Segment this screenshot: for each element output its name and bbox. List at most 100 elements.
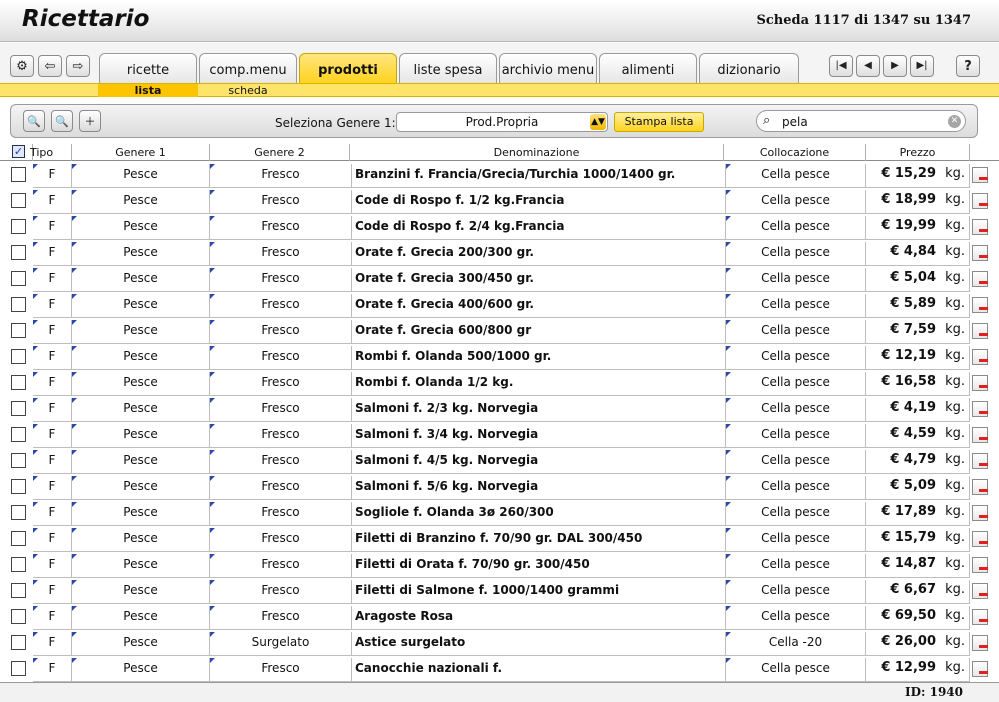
table-row[interactable]: F Pesce Fresco Orate f. Grecia 400/600 gr. C… xyxy=(0,294,999,320)
cell-genere-1[interactable]: Pesce xyxy=(72,190,210,214)
table-row[interactable]: F Pesce Fresco Canocchie nazionali f. Cella … xyxy=(0,658,999,684)
cell-genere-2[interactable]: Fresco xyxy=(210,554,352,578)
document-icon[interactable] xyxy=(972,453,988,469)
cell-genere-2[interactable]: Fresco xyxy=(210,398,352,422)
cell-denominazione[interactable]: Branzini f. Francia/Grecia/Turchia 1000/… xyxy=(352,164,726,188)
cell-tipo[interactable]: F xyxy=(33,554,72,578)
cell-denominazione[interactable]: Salmoni f. 2/3 kg. Norvegia xyxy=(352,398,726,422)
subtab-lista[interactable]: lista xyxy=(98,84,198,97)
cell-prezzo[interactable]: € 5,09 kg. xyxy=(866,476,970,500)
cell-collocazione[interactable]: Cella pesce xyxy=(726,658,866,682)
cell-denominazione[interactable]: Canocchie nazionali f. xyxy=(352,658,726,682)
cell-prezzo[interactable]: € 5,89 kg. xyxy=(866,294,970,318)
cell-tipo[interactable]: F xyxy=(33,658,72,682)
cell-tipo[interactable]: F xyxy=(33,294,72,318)
cell-genere-1[interactable]: Pesce xyxy=(72,398,210,422)
cell-denominazione[interactable]: Aragoste Rosa xyxy=(352,606,726,630)
genre-select[interactable]: Prod.Propria ▲▼ xyxy=(396,112,608,132)
row-checkbox[interactable] xyxy=(11,349,26,364)
table-row[interactable]: F Pesce Fresco Orate f. Grecia 300/450 gr. C… xyxy=(0,268,999,294)
cell-genere-2[interactable]: Fresco xyxy=(210,216,352,240)
cell-prezzo[interactable]: € 26,00 kg. xyxy=(866,632,970,656)
cell-collocazione[interactable]: Cella pesce xyxy=(726,268,866,292)
cell-tipo[interactable]: F xyxy=(33,164,72,188)
cell-denominazione[interactable]: Filetti di Branzino f. 70/90 gr. DAL 300… xyxy=(352,528,726,552)
document-icon[interactable] xyxy=(972,323,988,339)
table-row[interactable]: F Pesce Fresco Filetti di Branzino f. 70/90… xyxy=(0,528,999,554)
cell-genere-1[interactable]: Pesce xyxy=(72,346,210,370)
table-row[interactable]: F Pesce Surgelato Astice surgelato Cella -20… xyxy=(0,632,999,658)
cell-genere-2[interactable]: Fresco xyxy=(210,190,352,214)
cell-collocazione[interactable]: Cella pesce xyxy=(726,216,866,240)
cell-prezzo[interactable]: € 15,29 kg. xyxy=(866,164,970,188)
forward-arrow-icon[interactable]: ⇨ xyxy=(66,55,90,77)
table-row[interactable]: F Pesce Fresco Branzini f. Francia/Grecia/T… xyxy=(0,164,999,190)
cell-prezzo[interactable]: € 16,58 kg. xyxy=(866,372,970,396)
cell-tipo[interactable]: F xyxy=(33,424,72,448)
cell-genere-2[interactable]: Fresco xyxy=(210,502,352,526)
cell-genere-1[interactable]: Pesce xyxy=(72,606,210,630)
cell-denominazione[interactable]: Astice surgelato xyxy=(352,632,726,656)
cell-tipo[interactable]: F xyxy=(33,580,72,604)
tab-liste-spesa[interactable]: liste spesa xyxy=(399,53,497,83)
header-collocazione[interactable]: Collocazione xyxy=(724,144,866,161)
cell-genere-1[interactable]: Pesce xyxy=(72,502,210,526)
cell-tipo[interactable]: F xyxy=(33,242,72,266)
row-checkbox[interactable] xyxy=(11,557,26,572)
cell-prezzo[interactable]: € 4,84 kg. xyxy=(866,242,970,266)
cell-genere-1[interactable]: Pesce xyxy=(72,658,210,682)
cell-prezzo[interactable]: € 19,99 kg. xyxy=(866,216,970,240)
cell-tipo[interactable]: F xyxy=(33,528,72,552)
cell-tipo[interactable]: F xyxy=(33,632,72,656)
table-row[interactable]: F Pesce Fresco Filetti di Salmone f. 1000/1… xyxy=(0,580,999,606)
settings-icon[interactable]: ⚙ xyxy=(10,55,34,77)
subtab-scheda[interactable]: scheda xyxy=(198,84,298,97)
cell-prezzo[interactable]: € 14,87 kg. xyxy=(866,554,970,578)
cell-genere-1[interactable]: Pesce xyxy=(72,164,210,188)
table-row[interactable]: F Pesce Fresco Rombi f. Olanda 500/1000 gr.… xyxy=(0,346,999,372)
cell-prezzo[interactable]: € 18,99 kg. xyxy=(866,190,970,214)
cell-genere-1[interactable]: Pesce xyxy=(72,268,210,292)
cell-collocazione[interactable]: Cella pesce xyxy=(726,320,866,344)
cell-tipo[interactable]: F xyxy=(33,190,72,214)
cell-denominazione[interactable]: Salmoni f. 3/4 kg. Norvegia xyxy=(352,424,726,448)
cell-genere-2[interactable]: Fresco xyxy=(210,372,352,396)
cell-collocazione[interactable]: Cella pesce xyxy=(726,580,866,604)
cell-prezzo[interactable]: € 7,59 kg. xyxy=(866,320,970,344)
back-arrow-icon[interactable]: ⇦ xyxy=(38,55,62,77)
cell-genere-2[interactable]: Fresco xyxy=(210,268,352,292)
cell-denominazione[interactable]: Code di Rospo f. 2/4 kg.Francia xyxy=(352,216,726,240)
cell-prezzo[interactable]: € 5,04 kg. xyxy=(866,268,970,292)
cell-genere-1[interactable]: Pesce xyxy=(72,216,210,240)
tab-archivio-menu[interactable]: archivio menu xyxy=(499,53,597,83)
table-row[interactable]: F Pesce Fresco Salmoni f. 4/5 kg. Norvegia C… xyxy=(0,450,999,476)
document-icon[interactable] xyxy=(972,583,988,599)
cell-tipo[interactable]: F xyxy=(33,606,72,630)
document-icon[interactable] xyxy=(972,401,988,417)
row-checkbox[interactable] xyxy=(11,531,26,546)
table-row[interactable]: F Pesce Fresco Aragoste Rosa Cella pesce € 69… xyxy=(0,606,999,632)
table-row[interactable]: F Pesce Fresco Code di Rospo f. 1/2 kg.Fran… xyxy=(0,190,999,216)
document-icon[interactable] xyxy=(972,193,988,209)
cell-genere-1[interactable]: Pesce xyxy=(72,554,210,578)
row-checkbox[interactable] xyxy=(11,167,26,182)
tab-dizionario[interactable]: dizionario xyxy=(699,53,799,83)
row-checkbox[interactable] xyxy=(11,661,26,676)
search-input[interactable]: ⌕ pela ✕ xyxy=(756,110,966,132)
cell-collocazione[interactable]: Cella pesce xyxy=(726,164,866,188)
tab-prodotti[interactable]: prodotti xyxy=(299,53,397,84)
cell-tipo[interactable]: F xyxy=(33,268,72,292)
cell-denominazione[interactable]: Orate f. Grecia 400/600 gr. xyxy=(352,294,726,318)
table-row[interactable]: F Pesce Fresco Salmoni f. 5/6 kg. Norvegia C… xyxy=(0,476,999,502)
cell-genere-1[interactable]: Pesce xyxy=(72,320,210,344)
cell-genere-2[interactable]: Fresco xyxy=(210,320,352,344)
cell-prezzo[interactable]: € 4,59 kg. xyxy=(866,424,970,448)
cell-collocazione[interactable]: Cella pesce xyxy=(726,398,866,422)
table-row[interactable]: F Pesce Fresco Rombi f. Olanda 1/2 kg. Cella… xyxy=(0,372,999,398)
cell-denominazione[interactable]: Filetti di Orata f. 70/90 gr. 300/450 xyxy=(352,554,726,578)
tab-alimenti[interactable]: alimenti xyxy=(599,53,697,83)
cell-genere-1[interactable]: Pesce xyxy=(72,242,210,266)
header-genere-2[interactable]: Genere 2 xyxy=(210,144,350,161)
table-row[interactable]: F Pesce Fresco Salmoni f. 3/4 kg. Norvegia C… xyxy=(0,424,999,450)
row-checkbox[interactable] xyxy=(11,505,26,520)
